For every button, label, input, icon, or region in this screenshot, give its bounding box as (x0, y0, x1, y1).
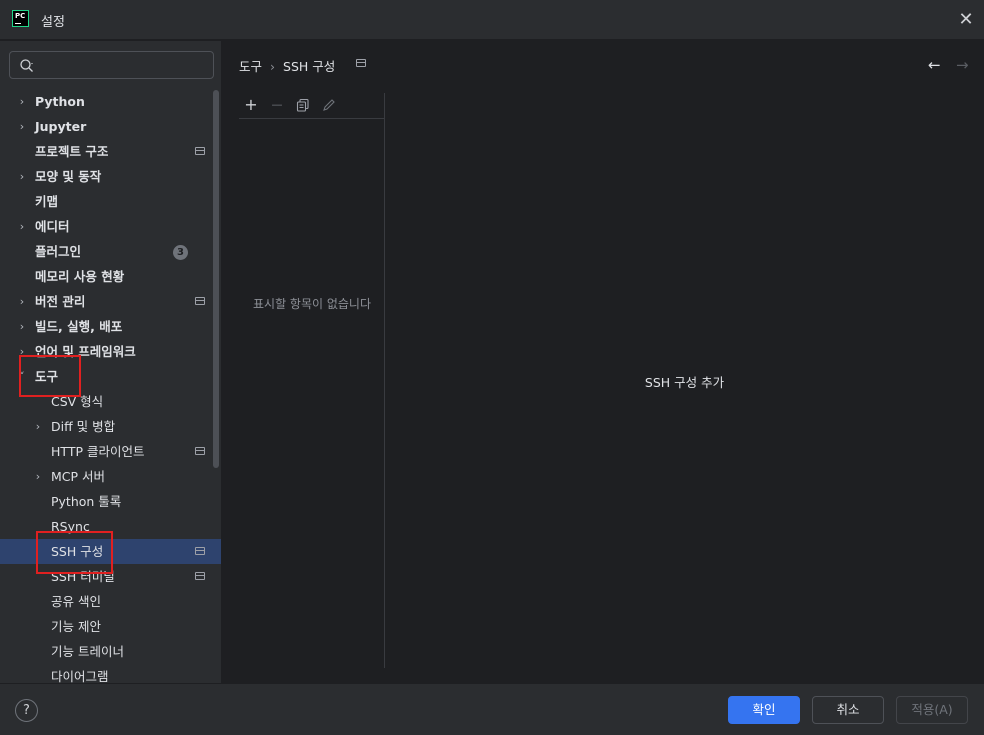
tree-item-feature-trainer[interactable]: 기능 트레이너 (0, 639, 221, 664)
tree-item-label: 언어 및 프레임워크 (35, 344, 136, 359)
tree-item-languages-frameworks[interactable]: › 언어 및 프레임워크 (0, 339, 221, 364)
tree-item-plugins[interactable]: 플러그인 3 (0, 239, 221, 264)
tree-item-label: CSV 형식 (51, 394, 104, 409)
tree-item-label: 모양 및 동작 (35, 169, 102, 184)
tree-item-label: Jupyter (35, 119, 87, 134)
ok-button[interactable]: 확인 (728, 696, 800, 724)
edit-icon (323, 99, 335, 111)
tree-item-label: HTTP 클라이언트 (51, 444, 145, 459)
app-logo-text: PC (15, 12, 26, 20)
tree-item-label: MCP 서버 (51, 469, 106, 484)
tree-item-build-execution-deployment[interactable]: › 빌드, 실행, 배포 (0, 314, 221, 339)
tree-item-label: 빌드, 실행, 배포 (35, 319, 123, 334)
tree-item-label: 프로젝트 구조 (35, 144, 109, 159)
chevron-right-icon[interactable]: › (15, 339, 29, 364)
chevron-right-icon[interactable]: › (31, 464, 45, 489)
forward-arrow-icon[interactable]: → (956, 56, 969, 74)
tree-item-label: 버전 관리 (35, 294, 86, 309)
back-arrow-icon[interactable]: ← (928, 56, 941, 74)
tree-item-keymap[interactable]: 키맵 (0, 189, 221, 214)
tree-item-http-client[interactable]: HTTP 클라이언트 (0, 439, 221, 464)
search-icon (20, 59, 33, 72)
breadcrumb-separator: › (270, 59, 276, 74)
tree-item-project-structure[interactable]: 프로젝트 구조 (0, 139, 221, 164)
chevron-right-icon[interactable]: › (15, 289, 29, 314)
search-box[interactable] (9, 51, 214, 79)
tree-item-diagrams[interactable]: 다이어그램 (0, 664, 221, 683)
tree-item-feature-suggester[interactable]: 기능 제안 (0, 614, 221, 639)
list-toolbar: + — (239, 93, 385, 119)
help-button[interactable]: ? (15, 699, 38, 722)
cancel-button[interactable]: 취소 (812, 696, 884, 724)
tree-item-diff-merge[interactable]: › Diff 및 병합 (0, 414, 221, 439)
search-input[interactable] (42, 56, 207, 74)
tree-item-csv-formats[interactable]: CSV 형식 (0, 389, 221, 414)
tree-item-label: 공유 색인 (51, 594, 101, 609)
chevron-right-icon[interactable]: › (15, 164, 29, 189)
tree-item-label: SSH 터미널 (51, 569, 115, 584)
breadcrumb-current: SSH 구성 (283, 59, 336, 74)
project-level-icon (195, 447, 205, 455)
pycharm-logo-icon: PC (12, 10, 29, 27)
tree-item-tools[interactable]: ˅ 도구 (0, 364, 221, 389)
sidebar-scrollbar[interactable] (213, 90, 219, 468)
tree-item-shared-indexes[interactable]: 공유 색인 (0, 589, 221, 614)
breadcrumb-parent[interactable]: 도구 (239, 59, 262, 74)
chevron-right-icon[interactable]: › (15, 214, 29, 239)
tree-item-python[interactable]: › Python (0, 89, 221, 114)
tree-item-label: 다이어그램 (51, 669, 109, 683)
project-level-icon (195, 572, 205, 580)
tree-item-label: SSH 구성 (51, 544, 104, 559)
tree-item-label: 플러그인 (35, 244, 82, 259)
tree-item-editor[interactable]: › 에디터 (0, 214, 221, 239)
tree-item-ssh-configurations[interactable]: SSH 구성 (0, 539, 221, 564)
tree-item-label: Diff 및 병합 (51, 419, 116, 434)
tree-item-jupyter[interactable]: › Jupyter (0, 114, 221, 139)
tree-item-memory-usage[interactable]: 메모리 사용 현황 (0, 264, 221, 289)
chevron-down-icon[interactable]: ˅ (15, 364, 29, 389)
add-button[interactable]: + (241, 95, 261, 115)
apply-button[interactable]: 적용(A) (896, 696, 968, 724)
tree-item-rsync[interactable]: RSync (0, 514, 221, 539)
chevron-right-icon[interactable]: › (31, 414, 45, 439)
project-level-icon (195, 547, 205, 555)
tree-item-python-tools[interactable]: Python 툴록 (0, 489, 221, 514)
empty-list-text: 표시할 항목이 없습니다 (252, 297, 372, 311)
chevron-right-icon[interactable]: › (15, 89, 29, 114)
window-title: 설정 (41, 15, 65, 30)
breadcrumb: 도구 › SSH 구성 (239, 56, 335, 75)
tree-item-label: Python (35, 94, 85, 109)
close-button[interactable]: ✕ (955, 9, 977, 31)
project-level-icon (195, 297, 205, 305)
tree-item-label: RSync (51, 519, 90, 534)
tree-item-label: 메모리 사용 현황 (35, 269, 125, 284)
tree-item-label: 에디터 (35, 219, 70, 234)
tree-item-label: 키맵 (35, 194, 59, 209)
chevron-right-icon[interactable]: › (15, 314, 29, 339)
remove-button[interactable]: — (267, 95, 287, 115)
tree-item-label: 도구 (35, 369, 59, 384)
copy-button[interactable] (293, 95, 313, 115)
tree-item-label: 기능 트레이너 (51, 644, 124, 659)
copy-icon (296, 98, 309, 112)
tree-item-version-control[interactable]: › 버전 관리 (0, 289, 221, 314)
edit-button[interactable] (319, 95, 339, 115)
dialog-footer: ? 확인 취소 적용(A) (0, 683, 984, 735)
ssh-config-list: + — 표시할 항목이 없습니다 (239, 93, 385, 668)
tree-item-label: 기능 제안 (51, 619, 101, 634)
settings-tree: › Python › Jupyter 프로젝트 구조 › 모양 및 동작 키맵 … (0, 89, 221, 683)
add-ssh-config-text: SSH 구성 추가 (644, 375, 725, 390)
project-level-icon (195, 147, 205, 155)
tree-item-mcp-server[interactable]: › MCP 서버 (0, 464, 221, 489)
tree-item-label: Python 툴록 (51, 494, 122, 509)
settings-content: 도구 › SSH 구성 ← → + — 표시할 항목이 없습니다 SSH 구성 … (223, 41, 984, 683)
chevron-right-icon[interactable]: › (15, 114, 29, 139)
tree-item-ssh-terminal[interactable]: SSH 터미널 (0, 564, 221, 589)
title-bar: PC 설정 ✕ (0, 0, 984, 40)
project-level-icon (356, 59, 366, 67)
update-count-badge: 3 (173, 245, 188, 260)
settings-sidebar: › Python › Jupyter 프로젝트 구조 › 모양 및 동작 키맵 … (0, 41, 222, 683)
tree-item-appearance[interactable]: › 모양 및 동작 (0, 164, 221, 189)
